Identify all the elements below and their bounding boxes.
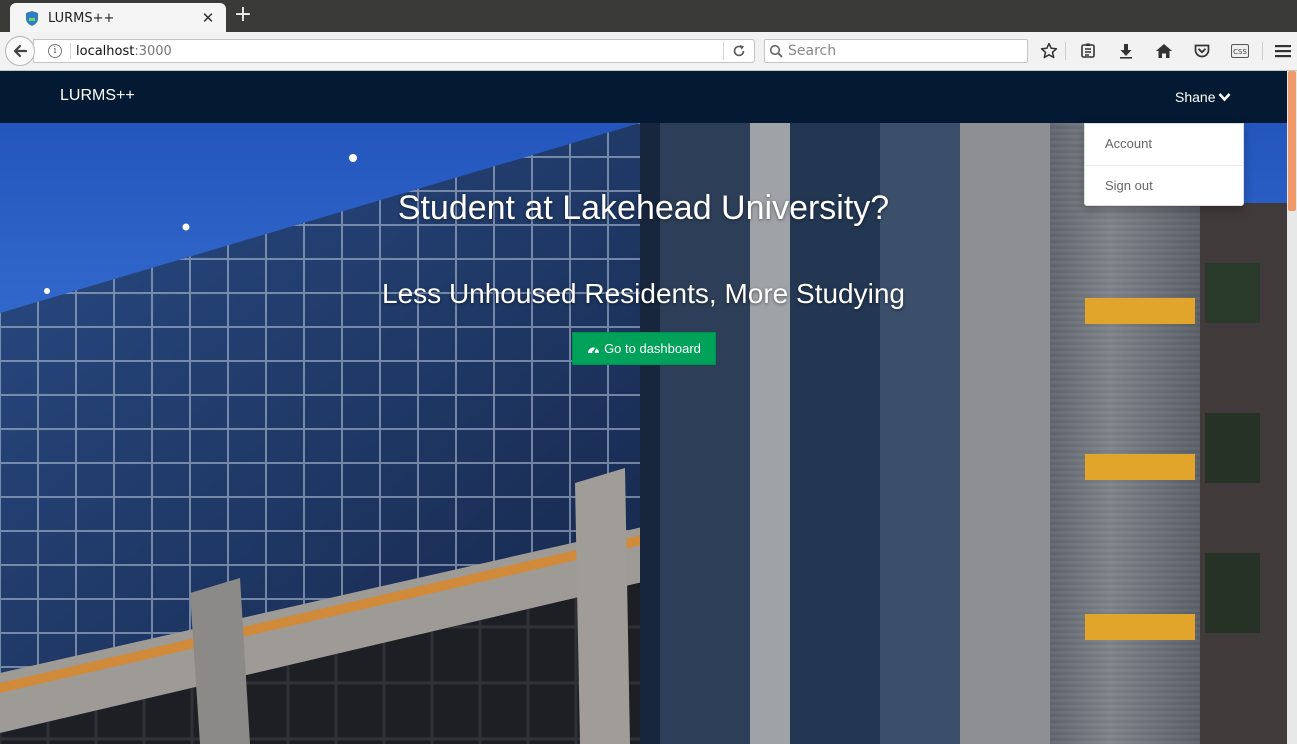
- user-menu-toggle[interactable]: Shane: [1175, 89, 1231, 105]
- toolbar-icons: CSS: [1036, 39, 1297, 63]
- shield-favicon-icon: [24, 10, 40, 26]
- close-tab-icon[interactable]: ✕: [200, 9, 216, 27]
- browser-tab[interactable]: LURMS++ ✕: [10, 3, 226, 33]
- toolbar-divider: [1262, 42, 1263, 60]
- bookmark-star-icon[interactable]: [1036, 39, 1062, 63]
- search-input[interactable]: [788, 43, 1018, 59]
- user-dropdown-menu: Account Sign out: [1084, 123, 1244, 206]
- site-navbar: LURMS++ Shane: [0, 71, 1287, 123]
- reading-list-icon[interactable]: [1069, 39, 1107, 63]
- url-divider: [70, 43, 71, 59]
- hero-subtitle: Less Unhoused Residents, More Studying: [382, 278, 905, 309]
- chevron-down-icon: [1218, 92, 1231, 102]
- reload-icon[interactable]: [724, 44, 754, 58]
- back-arrow-icon: [13, 44, 28, 58]
- go-to-dashboard-button[interactable]: Go to dashboard: [572, 332, 716, 365]
- url-port: :3000: [134, 43, 172, 59]
- new-tab-button[interactable]: +: [232, 4, 254, 27]
- browser-toolbar: i localhost:3000 CSS: [0, 32, 1297, 71]
- page-scrollbar[interactable]: [1287, 71, 1297, 744]
- back-button[interactable]: [5, 36, 35, 66]
- dropdown-item-account[interactable]: Account: [1085, 124, 1243, 165]
- toolbar-divider: [1065, 42, 1066, 60]
- pocket-icon[interactable]: [1183, 39, 1221, 63]
- url-host: localhost: [76, 43, 135, 59]
- scrollbar-thumb[interactable]: [1288, 71, 1296, 211]
- download-icon[interactable]: [1107, 39, 1145, 63]
- dropdown-item-sign-out[interactable]: Sign out: [1085, 166, 1243, 207]
- search-bar[interactable]: [764, 39, 1028, 63]
- tab-strip: LURMS++ ✕ +: [0, 0, 1297, 33]
- css-icon[interactable]: CSS: [1221, 39, 1259, 63]
- user-name: Shane: [1175, 89, 1216, 105]
- cta-label: Go to dashboard: [604, 341, 701, 356]
- address-bar[interactable]: i localhost:3000: [33, 39, 755, 63]
- search-icon: [769, 44, 783, 58]
- tab-title: LURMS++: [48, 10, 115, 26]
- page-viewport: LURMS++ Shane Account Sign out Student a…: [0, 71, 1287, 744]
- hamburger-menu-icon[interactable]: [1266, 39, 1297, 63]
- url-text[interactable]: localhost:3000: [76, 44, 723, 59]
- svg-text:CSS: CSS: [1233, 48, 1247, 56]
- dashboard-icon: [587, 343, 600, 354]
- brand-logo[interactable]: LURMS++: [60, 87, 135, 105]
- info-icon[interactable]: i: [48, 44, 62, 58]
- home-icon[interactable]: [1145, 39, 1183, 63]
